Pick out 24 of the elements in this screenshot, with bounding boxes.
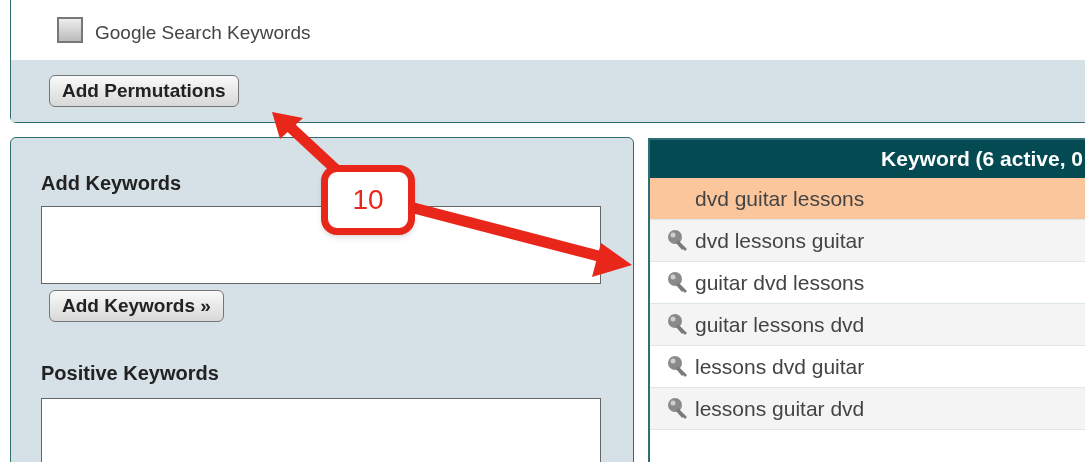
section-heading: Positive Keywords <box>41 361 220 386</box>
push-button[interactable]: Add Keywords » <box>49 290 224 322</box>
keyword-text: guitar dvd lessons <box>695 269 865 296</box>
checkbox[interactable] <box>57 17 83 43</box>
callout-badge: 10 <box>321 165 415 235</box>
table-header: Keyword (6 active, 0 <box>650 140 1085 178</box>
positive-keywords-input[interactable] <box>41 398 601 462</box>
keyword-text: guitar lessons dvd <box>695 311 865 338</box>
key-icon <box>667 312 689 337</box>
keyword-text: lessons guitar dvd <box>695 395 865 422</box>
keyword-text: lessons dvd guitar <box>695 353 865 380</box>
table-row[interactable]: dvd guitar lessons <box>650 178 1085 220</box>
table-row[interactable]: dvd lessons guitar <box>650 220 1085 262</box>
key-icon <box>667 354 689 379</box>
checkbox-label: Google Search Keywords <box>95 20 311 45</box>
section-heading: Add Keywords <box>41 171 183 196</box>
keyword-text: dvd lessons guitar <box>695 227 865 254</box>
key-icon <box>667 270 689 295</box>
table-row[interactable]: lessons guitar dvd <box>650 388 1085 430</box>
keyword-text: dvd guitar lessons <box>695 185 865 212</box>
key-icon <box>667 228 689 253</box>
push-button[interactable]: Add Permutations <box>49 75 239 107</box>
key-icon <box>667 396 689 421</box>
table-row[interactable]: guitar lessons dvd <box>650 304 1085 346</box>
